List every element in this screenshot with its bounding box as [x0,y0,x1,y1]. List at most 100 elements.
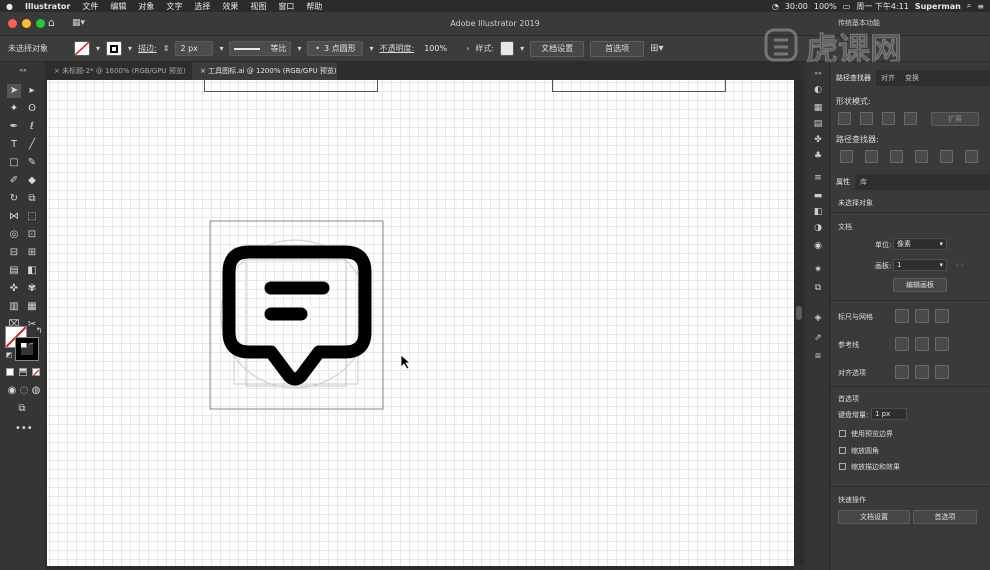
swap-fill-stroke-icon[interactable]: ↰ [32,324,46,338]
brush-definition[interactable]: • 3 点圆形 [307,41,364,56]
artboard-select[interactable]: 1 ▾ [893,259,947,271]
menu-file[interactable]: 文件 [76,1,104,12]
battery-icon[interactable]: ▭ [843,2,851,11]
graphic-styles-icon[interactable]: ◉ [812,240,824,252]
screen-mode-icon[interactable]: ⧉ [15,402,29,416]
blend-tool-icon[interactable]: ✜ [7,282,21,296]
artboard-tool-icon[interactable]: ▦ [25,300,39,314]
stroke-panel-icon[interactable]: ≡ [812,172,824,184]
quick-document-setup-button[interactable]: 文档设置 [838,510,910,524]
opacity-arrow-icon[interactable]: › [466,44,469,53]
grid-toggle-icon[interactable] [915,309,929,323]
exclude-icon[interactable] [904,112,917,125]
eyedropper-tool-icon[interactable]: ◧ [25,264,39,278]
default-colors-icon[interactable]: ◩ [2,348,16,362]
merge-icon[interactable] [890,150,903,163]
menu-effect[interactable]: 效果 [216,1,244,12]
smart-guides-icon[interactable] [935,337,949,351]
graphic-style-swatch[interactable] [500,41,515,56]
shape-builder-tool-icon[interactable]: ◎ [7,228,21,242]
keyboard-increment-field[interactable]: 1 px [871,408,907,420]
strip-collapse-icon[interactable]: «« [812,68,824,80]
draw-inside-icon[interactable]: ◍ [29,384,43,398]
horizontal-scrollbar[interactable] [47,566,794,570]
curvature-tool-icon[interactable]: ℓ [25,120,39,134]
live-paint-tool-icon[interactable]: ⊡ [25,228,39,242]
appearance-panel-icon[interactable]: ◑ [812,222,824,234]
preferences-button[interactable]: 首选项 [590,40,645,57]
outline-icon[interactable] [940,150,953,163]
artboard-canvas[interactable] [47,80,794,566]
rulers-toggle-icon[interactable] [895,309,909,323]
tab-align[interactable]: 对齐 [876,70,900,86]
magic-wand-tool-icon[interactable]: ✦ [7,102,21,116]
profile-dropdown-icon[interactable]: ▾ [297,44,301,53]
align-to-selection-icon[interactable] [895,365,909,379]
stroke-stepper-icon[interactable]: ⇕ [163,44,170,53]
divide-icon[interactable] [840,150,853,163]
asset-export-icon[interactable]: ✷ [812,264,824,276]
transparency-panel-icon[interactable]: ◧ [812,206,824,218]
menu-list-icon[interactable]: ≡ [977,2,984,11]
mesh-tool-icon[interactable]: ⊞ [25,246,39,260]
menu-window[interactable]: 窗口 [272,1,300,12]
menu-help[interactable]: 帮助 [300,1,328,12]
variable-width-profile[interactable]: 等比 [229,41,292,56]
brushes-panel-icon[interactable]: ✤ [812,134,824,146]
color-panel-icon[interactable]: ◐ [812,84,824,96]
minus-back-icon[interactable] [965,150,978,163]
intersect-icon[interactable] [882,112,895,125]
menu-view[interactable]: 视图 [244,1,272,12]
rotate-tool-icon[interactable]: ↻ [7,192,21,206]
gradient-mode-icon[interactable] [19,368,27,376]
style-dropdown-icon[interactable]: ▾ [520,44,524,53]
expand-button[interactable]: 扩展 [931,112,979,126]
pen-tool-icon[interactable]: ✒ [7,120,21,134]
shaper-tool-icon[interactable]: ✐ [7,174,21,188]
symbols-panel-icon[interactable]: ♣ [812,150,824,162]
tab-pathfinder[interactable]: 路径查找器 [831,70,876,86]
brush-dropdown-icon[interactable]: ▾ [369,44,373,53]
artboard-nav-arrows-icon[interactable]: ‹ › [956,261,964,269]
search-icon[interactable]: ⌕ [967,1,971,11]
tab-tool-icons[interactable]: × 工具图标.ai @ 1200% (RGB/GPU 预览) [192,62,337,80]
type-tool-icon[interactable]: T [7,138,21,152]
minus-front-icon[interactable] [860,112,873,125]
menu-select[interactable]: 选择 [188,1,216,12]
fill-dropdown-icon[interactable]: ▾ [96,44,100,53]
artboard-right-top[interactable] [552,80,726,92]
free-transform-tool-icon[interactable]: ⬚ [25,210,39,224]
user-name[interactable]: Superman [915,2,961,11]
clock[interactable]: 周一 下午4:11 [856,1,909,12]
toolbar-collapse-icon[interactable]: «« [16,64,30,78]
vertical-scrollbar[interactable] [794,80,804,566]
menu-edit[interactable]: 编辑 [104,1,132,12]
edit-artboards-button[interactable]: 编辑画板 [893,278,947,292]
stroke-weight-dropdown-icon[interactable]: ▾ [219,44,223,53]
timer-icon[interactable]: ◔ [772,2,779,11]
menu-object[interactable]: 对象 [132,1,160,12]
transparency-grid-icon[interactable] [935,309,949,323]
menu-type[interactable]: 文字 [160,1,188,12]
align-to-key-icon[interactable] [915,365,929,379]
eraser-tool-icon[interactable]: ◆ [25,174,39,188]
align-to-artboard-icon[interactable] [935,365,949,379]
apple-icon[interactable]: ● [0,2,19,11]
stroke-label[interactable]: 描边: [138,43,157,54]
use-preview-bounds-checkbox[interactable] [839,430,846,437]
rectangle-tool-icon[interactable]: □ [7,156,21,170]
artboard-left-top[interactable] [204,80,378,92]
tab-close-icon[interactable]: × [200,67,206,75]
paintbrush-tool-icon[interactable]: ✎ [25,156,39,170]
layers-panel-icon[interactable]: ◈ [812,312,824,324]
gradient-tool-icon[interactable]: ▤ [7,264,21,278]
arrange-icon[interactable]: ⊞▾ [650,43,663,54]
perspective-grid-tool-icon[interactable]: ⊟ [7,246,21,260]
menu-app-name[interactable]: Illustrator [19,2,76,11]
artboards-panel-icon[interactable]: ⧉ [812,282,824,294]
tab-transform[interactable]: 变换 [900,70,924,86]
tab-untitled-2[interactable]: × 未标题-2* @ 1600% (RGB/GPU 预览) [46,62,192,80]
stroke-dropdown-icon[interactable]: ▾ [128,44,132,53]
tab-close-icon[interactable]: × [54,67,60,75]
opacity-label[interactable]: 不透明度: [379,43,414,54]
